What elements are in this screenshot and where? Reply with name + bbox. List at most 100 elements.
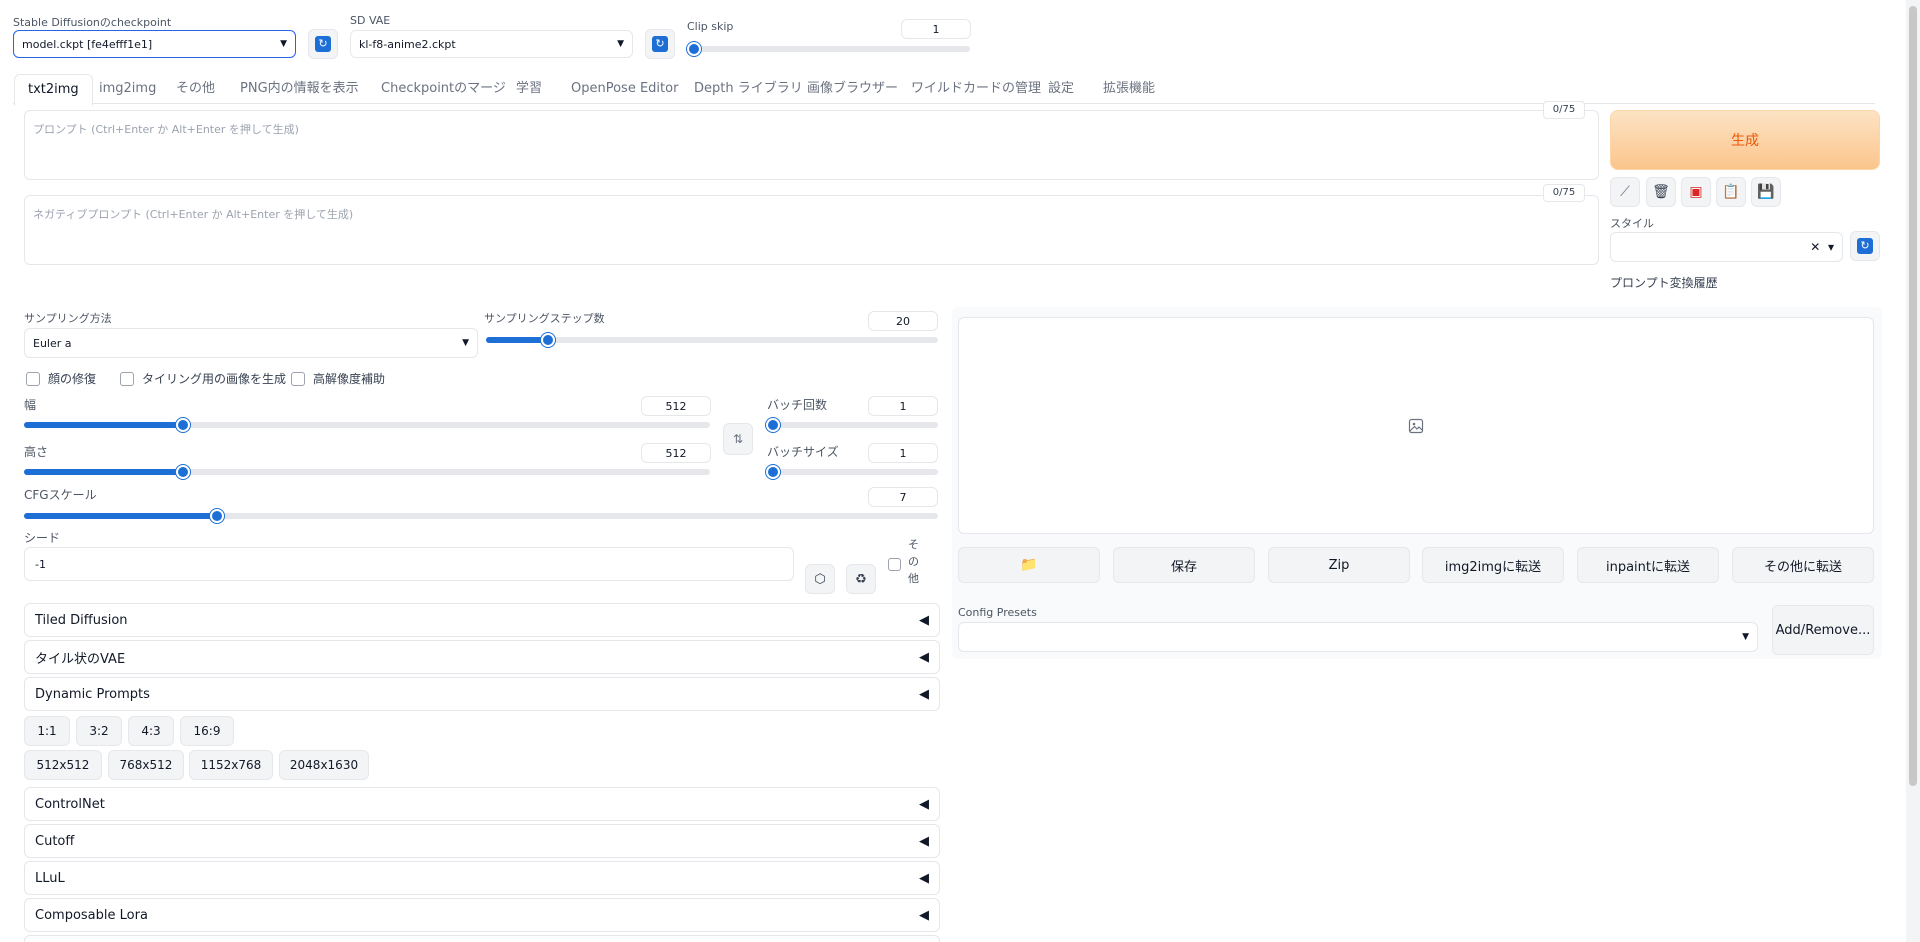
slider-thumb[interactable] [541, 333, 555, 347]
clear-button[interactable]: 🗑 [1646, 177, 1676, 207]
accordion-llul[interactable]: LLuL ◀ [24, 861, 940, 895]
tab-settings[interactable]: 設定 [1048, 74, 1074, 104]
tab-img2img[interactable]: img2img [99, 74, 156, 104]
accordion-dynamic-prompts[interactable]: Dynamic Prompts ◀ [24, 677, 940, 711]
send-to-inpaint-button[interactable]: inpaintに転送 [1577, 547, 1719, 583]
random-seed-button[interactable]: ⬡ [805, 564, 835, 594]
send-to-img2img-button[interactable]: img2imgに転送 [1422, 547, 1564, 583]
cfg-scale-number[interactable]: 7 [868, 487, 938, 507]
zip-button[interactable]: Zip [1268, 547, 1410, 583]
checkpoint-value: model.ckpt [fe4efff1e1] [22, 37, 153, 51]
checkbox-box[interactable] [291, 371, 305, 386]
cfg-scale-label: CFGスケール [24, 488, 97, 502]
chevron-down-icon: ▼ [280, 39, 287, 49]
sampling-steps-number[interactable]: 20 [868, 311, 938, 331]
checkbox-box[interactable] [26, 371, 40, 386]
batch-count-slider[interactable] [766, 418, 938, 432]
checkbox-box[interactable] [120, 371, 134, 386]
size-2048x1630-button[interactable]: 2048x1630 [279, 750, 369, 780]
batch-size-number[interactable]: 1 [868, 443, 938, 463]
slider-thumb[interactable] [766, 465, 780, 479]
ratio-16-9-button[interactable]: 16:9 [180, 716, 234, 746]
config-presets-select[interactable]: ▼ [958, 622, 1758, 652]
slider-thumb[interactable] [176, 418, 190, 432]
save-style-button[interactable]: 💾 [1751, 177, 1781, 207]
generate-button[interactable]: 生成 [1610, 110, 1880, 170]
vae-refresh-button[interactable]: ↻ [645, 29, 675, 59]
tab-txt2img[interactable]: txt2img [14, 74, 93, 106]
accordion-tiled-vae[interactable]: タイル状のVAE ◀ [24, 640, 940, 674]
save-button[interactable]: 保存 [1113, 547, 1255, 583]
clipboard-icon: 📋 [1722, 184, 1740, 200]
accordion-cutoff[interactable]: Cutoff ◀ [24, 824, 940, 858]
batch-count-number[interactable]: 1 [868, 396, 938, 416]
paste-button[interactable]: ⟋ [1610, 177, 1640, 207]
reuse-seed-button[interactable]: ♻ [846, 564, 876, 594]
size-512x512-button[interactable]: 512x512 [24, 750, 102, 780]
extra-seed-checkbox[interactable] [888, 558, 901, 571]
accordion-tiled-diffusion[interactable]: Tiled Diffusion ◀ [24, 603, 940, 637]
dice-icon: ⬡ [814, 571, 826, 587]
ratio-3-2-button[interactable]: 3:2 [76, 716, 122, 746]
prompt-textarea[interactable]: プロンプト (Ctrl+Enter か Alt+Enter を押して生成) [24, 110, 1599, 180]
slider-thumb[interactable] [766, 418, 780, 432]
extra-networks-button[interactable]: ▣ [1681, 177, 1711, 207]
hires-fix-checkbox[interactable]: 高解像度補助 [291, 370, 385, 387]
ratio-4-3-button[interactable]: 4:3 [128, 716, 174, 746]
checkpoint-select[interactable]: model.ckpt [fe4efff1e1] ▼ [13, 30, 296, 58]
negative-token-counter: 0/75 [1543, 184, 1585, 202]
accordion-controlnet[interactable]: ControlNet ◀ [24, 787, 940, 821]
sampling-steps-slider[interactable] [486, 333, 938, 347]
sampling-method-select[interactable]: Euler a ▼ [24, 328, 478, 358]
style-select[interactable]: ✕ ▾ [1610, 232, 1843, 262]
tab-png-info[interactable]: PNG内の情報を表示 [240, 74, 359, 104]
style-label: スタイル [1610, 217, 1654, 230]
height-number[interactable]: 512 [641, 443, 711, 463]
slider-thumb[interactable] [176, 465, 190, 479]
output-gallery[interactable] [958, 317, 1874, 534]
checkpoint-refresh-button[interactable]: ↻ [308, 29, 338, 59]
tab-depth-library[interactable]: Depth ライブラリ [694, 74, 803, 104]
open-folder-button[interactable]: 📁 [958, 547, 1100, 583]
seed-input[interactable]: -1 [24, 547, 794, 581]
clip-skip-number[interactable]: 1 [901, 19, 971, 39]
slider-fill [24, 422, 183, 428]
slider-thumb[interactable] [687, 42, 701, 56]
seed-label: シード [24, 531, 61, 545]
tiling-checkbox[interactable]: タイリング用の画像を生成 [120, 370, 286, 387]
accordion-composable-lora[interactable]: Composable Lora ◀ [24, 898, 940, 932]
swap-dimensions-button[interactable]: ⇅ [723, 423, 753, 455]
tab-wildcards[interactable]: ワイルドカードの管理 [911, 74, 1041, 104]
tab-openpose-editor[interactable]: OpenPose Editor [571, 74, 678, 104]
width-number[interactable]: 512 [641, 396, 711, 416]
apply-style-button[interactable]: 📋 [1716, 177, 1746, 207]
restore-faces-checkbox[interactable]: 顔の修復 [26, 370, 96, 387]
tab-checkpoint-merge[interactable]: Checkpointのマージ [381, 74, 506, 104]
slider-thumb[interactable] [210, 509, 224, 523]
vae-value: kl-f8-anime2.ckpt [359, 37, 456, 51]
scrollbar-track[interactable] [1906, 0, 1920, 942]
batch-size-slider[interactable] [766, 465, 938, 479]
tab-other[interactable]: その他 [176, 74, 215, 104]
accordion-title: ControlNet [35, 796, 105, 812]
height-slider[interactable] [24, 465, 710, 479]
ratio-1-1-button[interactable]: 1:1 [24, 716, 70, 746]
clip-skip-slider[interactable] [687, 42, 970, 56]
size-1152x768-button[interactable]: 1152x768 [189, 750, 273, 780]
scrollbar-thumb[interactable] [1909, 6, 1917, 786]
tab-extensions[interactable]: 拡張機能 [1103, 74, 1155, 104]
slider-fill [486, 337, 548, 343]
cfg-scale-slider[interactable] [24, 509, 938, 523]
size-768x512-button[interactable]: 768x512 [108, 750, 184, 780]
card-icon: ▣ [1689, 184, 1703, 200]
clear-x-icon[interactable]: ✕ ▾ [1810, 240, 1834, 254]
tab-image-browser[interactable]: 画像ブラウザー [807, 74, 898, 104]
floppy-disk-icon: 💾 [1757, 184, 1775, 200]
tab-train[interactable]: 学習 [516, 74, 542, 104]
add-remove-presets-button[interactable]: Add/Remove... [1772, 605, 1874, 655]
send-to-extras-button[interactable]: その他に転送 [1732, 547, 1874, 583]
width-slider[interactable] [24, 418, 710, 432]
style-refresh-button[interactable]: ↻ [1850, 231, 1880, 261]
negative-prompt-textarea[interactable]: ネガティブプロンプト (Ctrl+Enter か Alt+Enter を押して生… [24, 195, 1599, 265]
vae-select[interactable]: kl-f8-anime2.ckpt ▼ [350, 30, 633, 58]
